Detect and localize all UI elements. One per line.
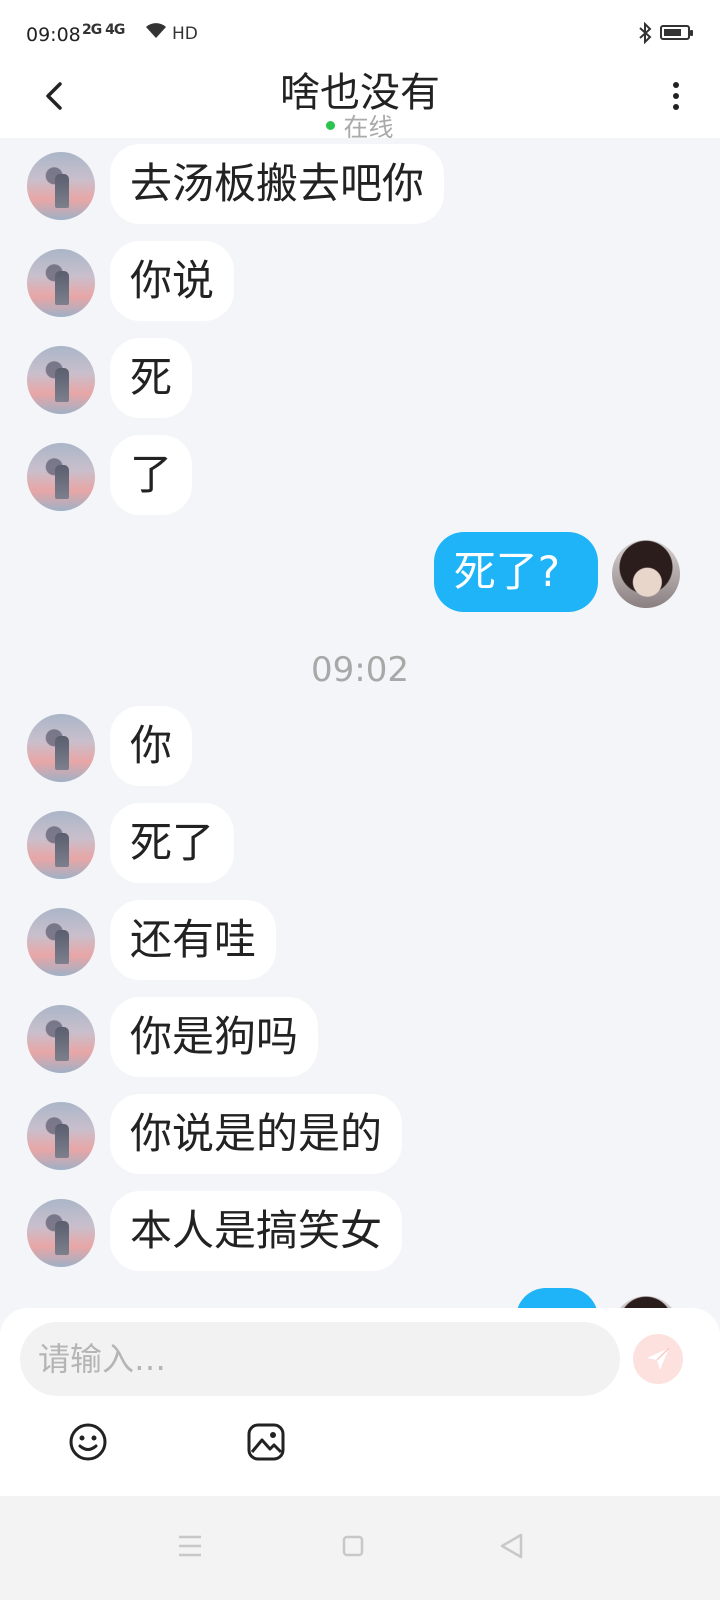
- user-avatar[interactable]: [612, 540, 680, 608]
- back-icon: [500, 1533, 523, 1559]
- message-timestamp: 09:02: [311, 650, 409, 690]
- image-button[interactable]: [246, 1422, 286, 1462]
- send-button[interactable]: [633, 1334, 683, 1384]
- message-bubble[interactable]: 你说: [110, 241, 235, 321]
- contact-avatar[interactable]: [27, 714, 95, 782]
- system-nav-bar: [0, 1496, 720, 1600]
- contact-avatar[interactable]: [27, 152, 95, 220]
- contact-avatar[interactable]: [27, 249, 95, 317]
- image-icon: [247, 1423, 285, 1461]
- message-list[interactable]: 去汤板搬去吧你 你说 死 了 死了? 09:02 你 死了 还有哇 你是狗吗 你…: [0, 138, 720, 1336]
- network-indicator: 2G 4G: [82, 22, 125, 38]
- menu-icon: [179, 1535, 201, 1557]
- message-incoming: 还有哇: [0, 900, 720, 980]
- message-input[interactable]: [20, 1322, 620, 1396]
- emoji-icon: [69, 1423, 107, 1461]
- message-incoming: 本人是搞笑女: [0, 1191, 720, 1271]
- contact-avatar[interactable]: [27, 346, 95, 414]
- battery-icon: [660, 25, 693, 40]
- message-bubble[interactable]: 你是狗吗: [110, 997, 319, 1077]
- message-bubble-own[interactable]: 死了?: [433, 532, 598, 612]
- message-incoming: 了: [0, 435, 720, 515]
- home-button[interactable]: [329, 1522, 377, 1570]
- wifi-icon: [146, 23, 166, 38]
- hd-indicator: HD: [172, 24, 198, 44]
- message-bubble[interactable]: 去汤板搬去吧你: [110, 144, 445, 224]
- message-incoming: 你说: [0, 241, 720, 321]
- emoji-button[interactable]: [68, 1422, 108, 1462]
- message-outgoing: 死了?: [0, 532, 720, 612]
- message-bubble[interactable]: 死了: [110, 803, 235, 883]
- message-incoming: 你是狗吗: [0, 997, 720, 1077]
- message-incoming: 去汤板搬去吧你: [0, 144, 720, 224]
- contact-avatar[interactable]: [27, 1102, 95, 1170]
- more-options-button[interactable]: [668, 80, 684, 116]
- message-incoming: 你说是的是的: [0, 1094, 720, 1174]
- message-bubble[interactable]: 你说是的是的: [110, 1094, 403, 1174]
- message-incoming: 死: [0, 338, 720, 418]
- message-bubble[interactable]: 了: [110, 435, 193, 515]
- message-bubble[interactable]: 你: [110, 706, 193, 786]
- message-bubble[interactable]: 还有哇: [110, 900, 277, 980]
- home-icon: [342, 1535, 364, 1557]
- status-bar: 09:08 2G 4G HD: [0, 0, 720, 66]
- recent-apps-button[interactable]: [166, 1522, 214, 1570]
- composer: [0, 1308, 720, 1496]
- status-time: 09:08: [26, 24, 81, 46]
- online-dot-icon: [326, 120, 336, 130]
- contact-avatar[interactable]: [27, 811, 95, 879]
- contact-avatar[interactable]: [27, 1199, 95, 1267]
- message-incoming: 死了: [0, 803, 720, 883]
- send-icon: [647, 1347, 670, 1370]
- nav-back-button[interactable]: [488, 1522, 536, 1570]
- contact-avatar[interactable]: [27, 1005, 95, 1073]
- bluetooth-icon: [639, 22, 652, 44]
- contact-avatar[interactable]: [27, 443, 95, 511]
- message-bubble[interactable]: 本人是搞笑女: [110, 1191, 403, 1271]
- contact-avatar[interactable]: [27, 908, 95, 976]
- message-incoming: 你: [0, 706, 720, 786]
- more-vertical-icon: [668, 80, 684, 110]
- chat-header: 啥也没有 在线: [0, 66, 720, 142]
- message-bubble[interactable]: 死: [110, 338, 193, 418]
